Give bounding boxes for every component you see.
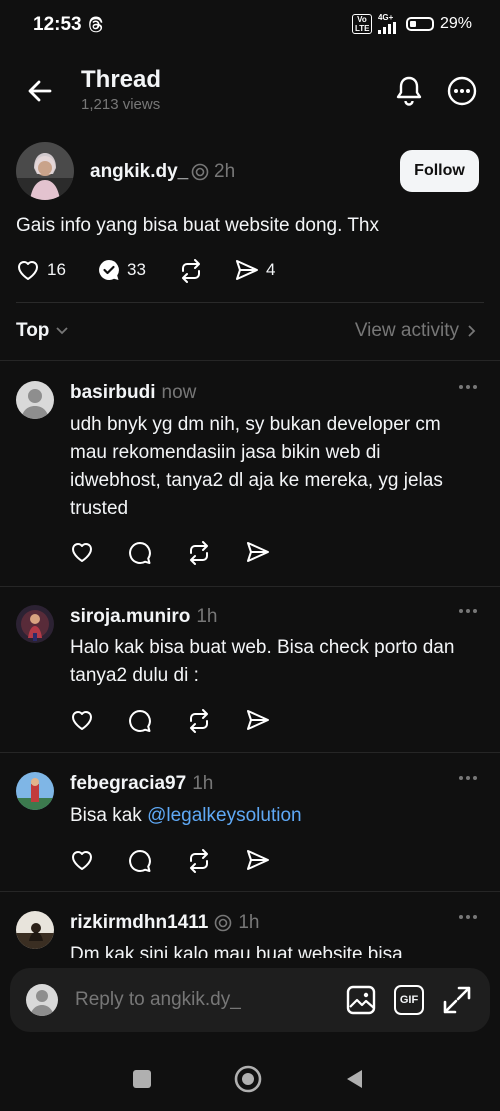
avatar-rizki[interactable]: [16, 911, 54, 949]
like-icon[interactable]: [70, 709, 94, 731]
chevron-right-icon: [468, 325, 476, 337]
reply-input[interactable]: Reply to angkik.dy_: [75, 989, 241, 1011]
threads-badge-icon: [191, 163, 209, 181]
reply-button[interactable]: 33: [98, 259, 146, 281]
expand-icon[interactable]: [442, 985, 472, 1015]
recent-apps-button[interactable]: [133, 1070, 151, 1088]
avatar-febegracia[interactable]: [16, 772, 54, 810]
like-count: 16: [47, 260, 66, 279]
repost-icon[interactable]: [186, 849, 212, 873]
reply-timestamp: 1h: [196, 606, 218, 627]
sort-dropdown[interactable]: Top: [16, 320, 69, 342]
signal-icon: 4G+: [377, 13, 400, 34]
reply-actions: [70, 849, 270, 873]
more-icon[interactable]: [458, 775, 478, 781]
reply-text-body: Bisa kak: [70, 805, 148, 826]
repost-button[interactable]: [178, 259, 204, 283]
threads-notification-icon: [88, 16, 104, 34]
author-username[interactable]: angkik.dy_: [90, 161, 188, 183]
battery-icon: [405, 17, 434, 31]
share-icon[interactable]: [246, 849, 270, 871]
page-title: Thread: [81, 66, 162, 93]
share-icon[interactable]: [246, 709, 270, 731]
reply-header: basirbudi now: [70, 382, 196, 404]
reply-timestamp: now: [161, 382, 197, 403]
divider: [0, 586, 500, 587]
reply-header: febegracia97 1h: [70, 773, 213, 795]
volte-icon: Vo LTE: [351, 14, 372, 34]
reply-count: 33: [127, 260, 146, 279]
image-icon[interactable]: [346, 985, 376, 1015]
avatar-siroja[interactable]: [16, 605, 54, 643]
battery-percent: 29%: [439, 15, 472, 32]
divider: [16, 302, 484, 303]
divider: [0, 360, 500, 361]
like-icon[interactable]: [70, 541, 94, 563]
back-nav-button[interactable]: [344, 1068, 364, 1090]
share-count: 4: [266, 260, 276, 279]
reply-actions: [70, 541, 270, 565]
composer-avatar: [26, 984, 58, 1016]
repost-icon[interactable]: [186, 709, 212, 733]
reply-header: rizkirmdhn1411 1h: [70, 912, 259, 934]
reply-timestamp: 1h: [192, 773, 214, 794]
like-button[interactable]: 16: [16, 259, 66, 281]
threads-badge-icon: [215, 914, 232, 932]
reply-timestamp: 1h: [238, 912, 260, 933]
reply-text: Bisa kak @legalkeysolution: [70, 802, 470, 830]
post-text: Gais info yang bisa buat website dong. T…: [16, 215, 379, 236]
network-type: 4G+: [377, 13, 394, 22]
reply-actions: [70, 709, 270, 733]
repost-icon[interactable]: [186, 541, 212, 565]
status-icons: Vo LTE 4G+ 29%: [351, 13, 472, 34]
author-avatar[interactable]: [16, 142, 74, 200]
more-options-icon[interactable]: [447, 76, 477, 106]
reply-text: udh bnyk yg dm nih, sy bukan developer c…: [70, 414, 443, 519]
share-icon[interactable]: [246, 541, 270, 563]
avatar-default[interactable]: [16, 381, 54, 419]
post-timestamp: 2h: [214, 161, 236, 182]
comment-icon[interactable]: [128, 709, 152, 733]
like-icon[interactable]: [70, 849, 94, 871]
share-button[interactable]: 4: [235, 259, 275, 281]
notification-bell-icon[interactable]: [394, 75, 424, 107]
chevron-down-icon: [56, 327, 69, 335]
mention-link[interactable]: @legalkeysolution: [147, 805, 302, 826]
more-icon[interactable]: [458, 384, 478, 390]
reply-username[interactable]: siroja.muniro: [70, 606, 190, 628]
comment-icon[interactable]: [128, 541, 152, 565]
divider: [0, 752, 500, 753]
view-activity-link[interactable]: View activity: [355, 320, 476, 342]
sort-label: Top: [16, 320, 50, 341]
reply-text: Halo kak bisa buat web. Bisa check porto…: [70, 637, 455, 686]
follow-button[interactable]: Follow: [400, 150, 479, 192]
gif-button[interactable]: GIF: [394, 985, 424, 1015]
comment-icon[interactable]: [128, 849, 152, 873]
reply-header: siroja.muniro 1h: [70, 606, 218, 628]
more-icon[interactable]: [458, 914, 478, 920]
back-arrow-icon[interactable]: [26, 77, 54, 105]
status-time: 12:53: [33, 14, 82, 35]
reply-username[interactable]: basirbudi: [70, 382, 156, 404]
divider: [0, 891, 500, 892]
more-icon[interactable]: [458, 608, 478, 614]
reply-username[interactable]: febegracia97: [70, 773, 186, 795]
home-button[interactable]: [234, 1065, 262, 1093]
reply-username[interactable]: rizkirmdhn1411: [70, 912, 208, 934]
view-count: 1,213 views: [81, 96, 161, 113]
view-activity-label: View activity: [354, 320, 459, 341]
